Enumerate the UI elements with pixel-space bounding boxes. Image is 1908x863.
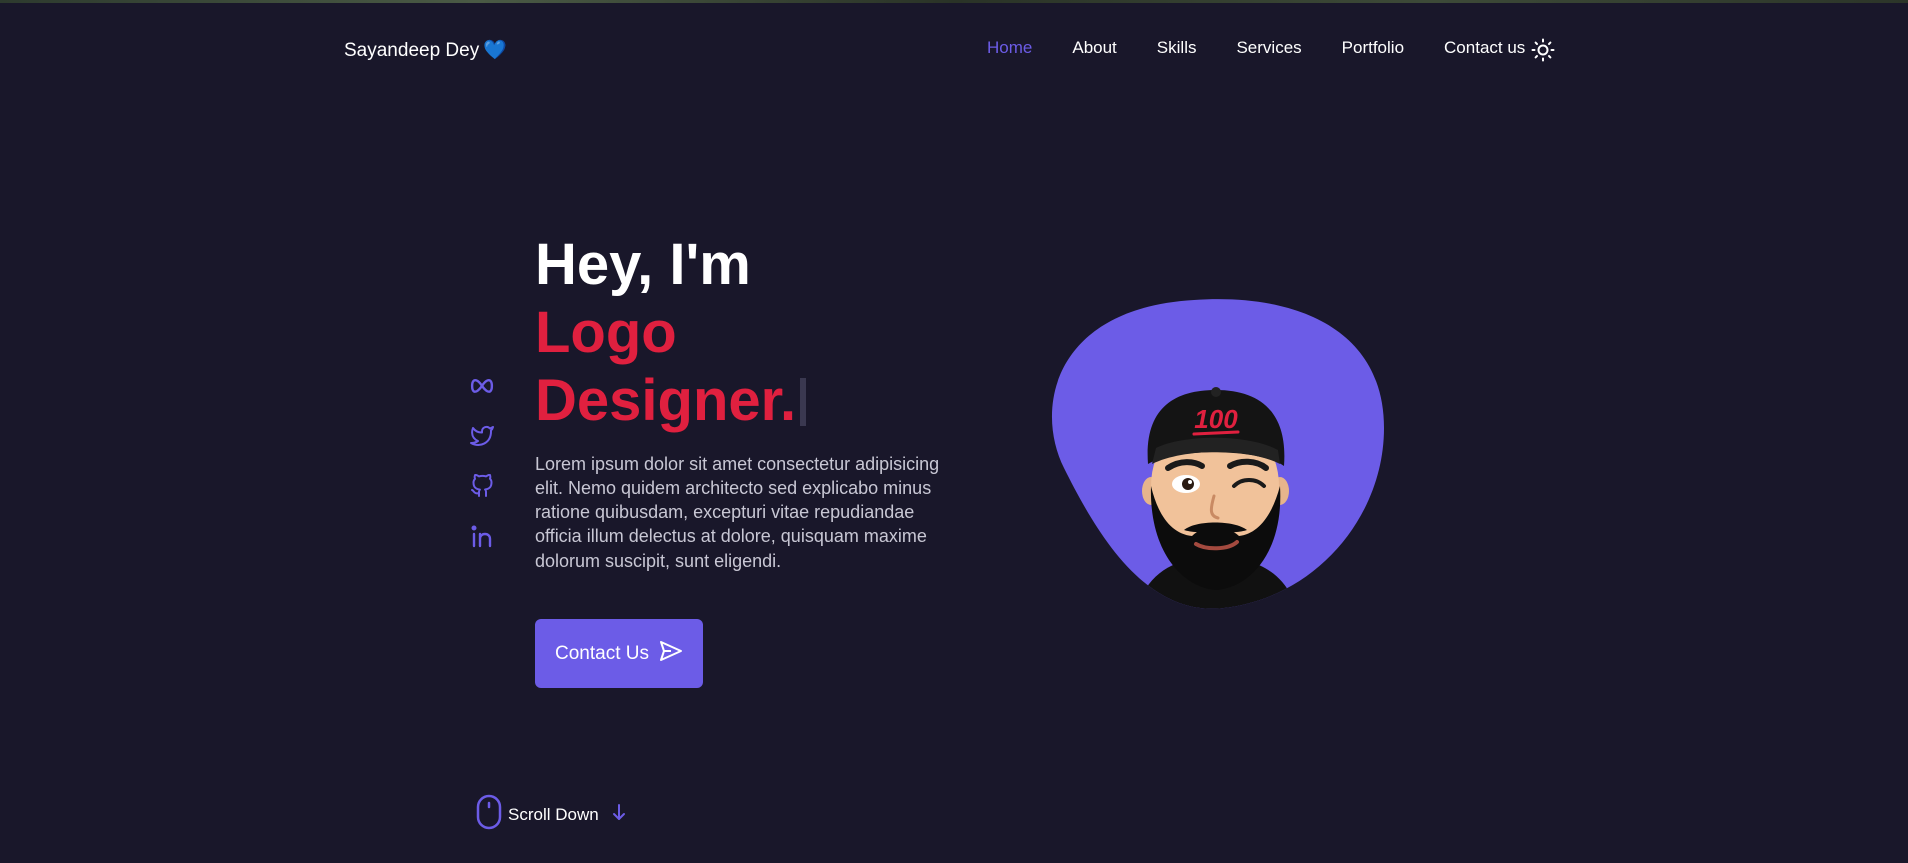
main-nav: Home About Skills Services Portfolio Con… — [987, 38, 1525, 58]
github-icon[interactable] — [468, 472, 496, 500]
svg-text:100: 100 — [1194, 404, 1238, 434]
arrow-down-icon — [611, 803, 627, 826]
hero-role: Logo Designer. — [535, 299, 895, 436]
twitter-icon[interactable] — [468, 422, 496, 450]
meta-icon[interactable] — [468, 372, 496, 400]
hero-text: Hey, I'm Logo Designer. Lorem ipsum dolo… — [535, 232, 965, 573]
nav-about[interactable]: About — [1072, 38, 1116, 58]
contact-us-button[interactable]: Contact Us — [535, 619, 703, 688]
mouse-icon — [476, 794, 502, 835]
scroll-down[interactable]: Scroll Down — [476, 794, 627, 835]
nav-contact[interactable]: Contact us — [1444, 38, 1525, 58]
scroll-down-label: Scroll Down — [508, 804, 599, 824]
brand-name: Sayandeep Dey — [344, 40, 480, 61]
heart-emoji: 💙 — [483, 40, 507, 61]
site-header: Sayandeep Dey 💙 Home About Skills Service… — [0, 0, 1908, 100]
brand-logo[interactable]: Sayandeep Dey 💙 — [344, 38, 507, 62]
avatar-illustration: 100 — [1044, 298, 1389, 618]
hero-greeting: Hey, I'm — [535, 232, 751, 297]
hero-role-text: Logo Designer. — [535, 299, 797, 434]
send-icon — [659, 640, 683, 668]
sun-icon[interactable] — [1531, 38, 1555, 62]
typing-cursor — [800, 378, 807, 427]
hero-description: Lorem ipsum dolor sit amet consectetur a… — [535, 453, 940, 571]
contact-us-label: Contact Us — [555, 642, 649, 664]
nav-portfolio[interactable]: Portfolio — [1342, 38, 1404, 58]
nav-skills[interactable]: Skills — [1157, 38, 1197, 58]
linkedin-icon[interactable] — [468, 522, 496, 550]
nav-home[interactable]: Home — [987, 38, 1032, 58]
nav-services[interactable]: Services — [1236, 38, 1301, 58]
